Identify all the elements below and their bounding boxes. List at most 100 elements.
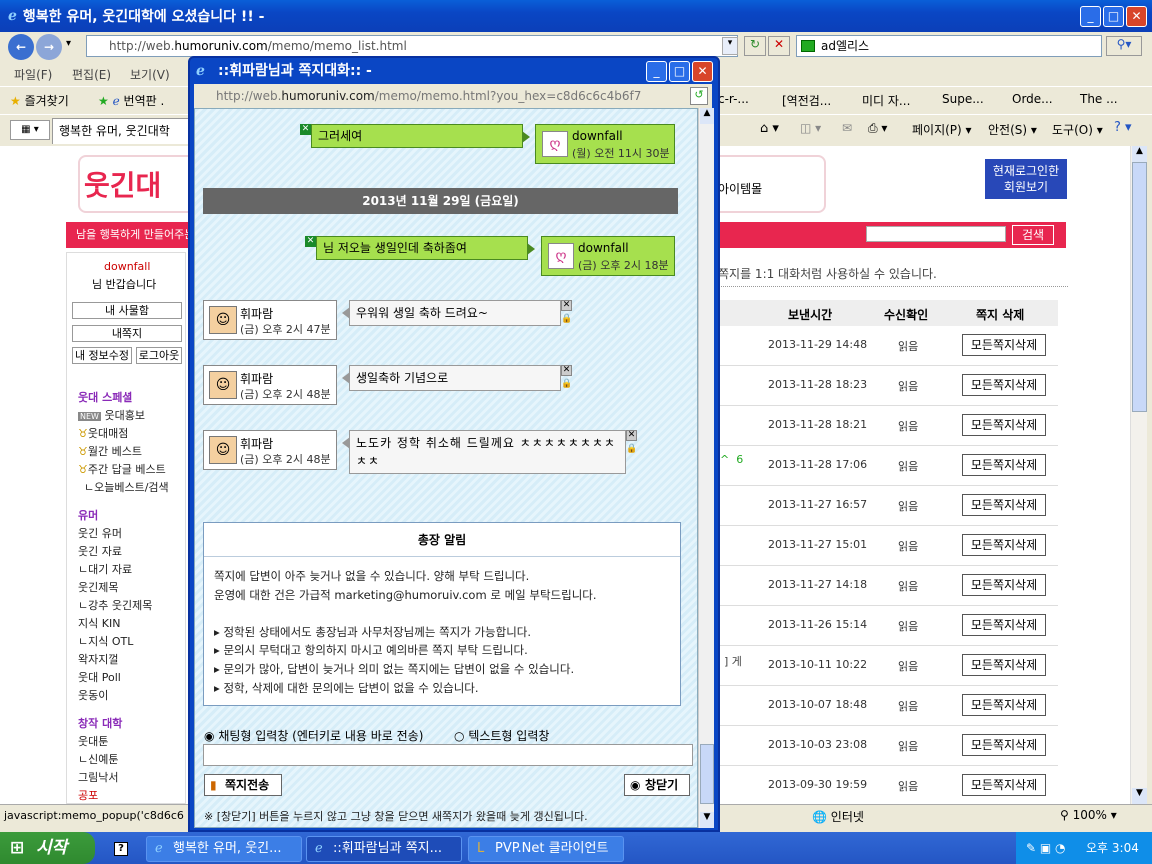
delete-all-button[interactable]: 모든쪽지삭제 xyxy=(962,414,1046,436)
fav-link[interactable]: The ... xyxy=(1080,92,1118,106)
help-icon[interactable]: ? ▾ xyxy=(1114,120,1132,135)
fav-link[interactable]: 미디 자... xyxy=(862,92,910,109)
delete-message-icon[interactable]: ✕ xyxy=(561,300,572,311)
zoom-level[interactable]: ⚲ 100% ▾ xyxy=(1060,808,1117,822)
fav-link[interactable]: [역전검... xyxy=(782,92,831,109)
popup-maximize-button[interactable]: □ xyxy=(669,61,690,82)
send-memo-button[interactable]: ▮ 쪽지전송 xyxy=(204,774,282,796)
popup-minimize-button[interactable]: _ xyxy=(646,61,667,82)
tray-icons[interactable]: ✎ ▣ ◔ xyxy=(1026,832,1066,864)
scroll-thumb[interactable] xyxy=(1132,162,1147,412)
sidebar-item[interactable]: ♉월간 베스트 xyxy=(78,443,142,459)
feeds-icon[interactable]: ◫ ▾ xyxy=(800,121,821,135)
search-input[interactable]: ad엘리스 xyxy=(796,35,1102,57)
taskbar-task-memo[interactable]: ℯ::휘파람님과 쪽지... xyxy=(306,836,462,862)
sidebar-item[interactable]: 그림낙서 xyxy=(78,769,118,785)
popup-titlebar[interactable]: ℯ ::휘파람님과 쪽지대화:: - xyxy=(190,58,718,84)
edit-profile-button[interactable]: 내 정보수정 xyxy=(72,347,132,364)
delete-all-button[interactable]: 모든쪽지삭제 xyxy=(962,654,1046,676)
popup-close-button[interactable]: ✕ xyxy=(692,61,713,82)
delete-message-icon[interactable]: ✕ xyxy=(300,124,311,135)
fav-link[interactable]: Supe... xyxy=(942,92,984,106)
address-dropdown-icon[interactable]: ▾ xyxy=(722,37,738,55)
refresh-icon[interactable]: ↻ xyxy=(744,36,766,56)
scroll-down-icon[interactable]: ▼ xyxy=(700,812,714,828)
sidebar-item[interactable]: 웃대툰 xyxy=(78,733,108,749)
home-icon[interactable]: ⌂ ▾ xyxy=(760,121,779,136)
delete-all-button[interactable]: 모든쪽지삭제 xyxy=(962,614,1046,636)
sidebar-item[interactable]: 공포 xyxy=(78,787,98,803)
fav-link[interactable]: c-r-... xyxy=(718,92,749,106)
popup-address-bar[interactable]: http://web.humoruniv.com/memo/memo.html?… xyxy=(194,84,712,108)
minimize-button[interactable]: _ xyxy=(1080,6,1101,27)
sidebar-item[interactable]: 웃긴 유머 xyxy=(78,525,122,541)
sidebar-item[interactable]: 웃긴제목 xyxy=(78,579,118,595)
taskbar-task-pvp[interactable]: L PVP.Net 클라이언트 xyxy=(468,836,624,862)
delete-message-icon[interactable]: ✕ xyxy=(561,365,572,376)
sidebar-item[interactable]: ♉웃대매점 xyxy=(78,425,128,441)
sidebar-item[interactable]: 웃대 Poll xyxy=(78,669,121,685)
main-window-titlebar[interactable]: ℯ 행복한 유머, 웃긴대학에 오셨습니다 !! - xyxy=(0,0,1152,32)
sidebar-subitem[interactable]: ㄴ대기 자료 xyxy=(78,561,132,577)
delete-all-button[interactable]: 모든쪽지삭제 xyxy=(962,374,1046,396)
page-icon[interactable]: ↺ xyxy=(690,87,708,105)
search-icon[interactable]: ⚲▾ xyxy=(1106,36,1142,56)
fav-translate-link[interactable]: ★ ℯ 번역판 . xyxy=(98,92,164,109)
delete-all-button[interactable]: 모든쪽지삭제 xyxy=(962,494,1046,516)
mail-icon[interactable]: ✉ xyxy=(842,121,852,135)
scroll-up-icon[interactable]: ▲ xyxy=(1132,146,1147,162)
sidebar-item[interactable]: 왁자지껄 xyxy=(78,651,118,667)
close-window-button[interactable]: ◉ 창닫기 xyxy=(624,774,690,796)
back-button[interactable]: ← xyxy=(8,34,34,60)
my-memo-button[interactable]: 내쪽지 xyxy=(72,325,182,342)
item-shop-link[interactable]: 아이템몰 xyxy=(718,180,762,197)
sidebar-item[interactable]: ♉주간 답글 베스트 xyxy=(78,461,166,477)
scroll-down-icon[interactable]: ▼ xyxy=(1132,788,1147,804)
scroll-up-icon[interactable]: ▲ xyxy=(700,108,714,124)
print-icon[interactable]: ⎙ ▾ xyxy=(868,121,887,136)
page-menu[interactable]: 페이지(P) ▾ xyxy=(912,121,972,138)
close-button[interactable]: ✕ xyxy=(1126,6,1147,27)
sidebar-item[interactable]: 지식 KIN xyxy=(78,615,120,631)
start-button[interactable]: ⊞ 시작 xyxy=(0,832,95,864)
site-search-input[interactable] xyxy=(866,226,1006,242)
sidebar-subitem[interactable]: ㄴ지식 OTL xyxy=(78,633,133,649)
sidebar-item[interactable]: NEW 웃대홍보 xyxy=(78,407,145,423)
sidebar-subitem[interactable]: ㄴ강추 웃긴제목 xyxy=(78,597,152,613)
site-logo[interactable]: 웃긴대 xyxy=(84,164,161,204)
radio-chat-input[interactable]: ◉ 채팅형 입력창 (엔터키로 내용 바로 전송) xyxy=(204,727,423,744)
delete-message-icon[interactable]: ✕ xyxy=(626,430,637,441)
forward-button[interactable]: → xyxy=(36,34,62,60)
delete-all-button[interactable]: 모든쪽지삭제 xyxy=(962,734,1046,756)
delete-all-button[interactable]: 모든쪽지삭제 xyxy=(962,694,1046,716)
my-locker-button[interactable]: 내 사물함 xyxy=(72,302,182,319)
lock-icon[interactable]: 🔒 xyxy=(561,379,572,390)
tools-menu[interactable]: 도구(O) ▾ xyxy=(1052,121,1103,138)
message-input[interactable] xyxy=(203,744,693,766)
logged-in-members-button[interactable]: 현재로그인한 회원보기 xyxy=(985,159,1067,199)
delete-all-button[interactable]: 모든쪽지삭제 xyxy=(962,774,1046,796)
delete-all-button[interactable]: 모든쪽지삭제 xyxy=(962,454,1046,476)
delete-all-button[interactable]: 모든쪽지삭제 xyxy=(962,534,1046,556)
page-scrollbar[interactable]: ▲ ▼ xyxy=(1130,146,1147,804)
scroll-thumb[interactable] xyxy=(700,744,714,804)
help-quicklaunch-icon[interactable]: ? xyxy=(114,842,128,856)
radio-text-input[interactable]: ○ 텍스트형 입력창 xyxy=(454,727,549,744)
stop-icon[interactable]: ✕ xyxy=(768,36,790,56)
sidebar-item[interactable]: 웃동이 xyxy=(78,687,108,703)
fav-link[interactable]: Orde... xyxy=(1012,92,1053,106)
delete-message-icon[interactable]: ✕ xyxy=(305,236,316,247)
history-dropdown-icon[interactable]: ▾ xyxy=(66,38,71,49)
sidebar-item[interactable]: 웃긴 자료 xyxy=(78,543,122,559)
lock-icon[interactable]: 🔒 xyxy=(561,314,572,325)
delete-all-button[interactable]: 모든쪽지삭제 xyxy=(962,334,1046,356)
lock-icon[interactable]: 🔒 xyxy=(626,444,637,455)
menu-edit[interactable]: 편집(E) xyxy=(72,66,111,83)
sidebar-subitem[interactable]: ㄴ신예툰 xyxy=(78,751,119,767)
popup-scrollbar[interactable]: ▲ ▼ xyxy=(698,108,714,828)
favorites-button[interactable]: ★ 즐겨찾기 xyxy=(10,92,69,109)
safety-menu[interactable]: 안전(S) ▾ xyxy=(988,121,1037,138)
logout-button[interactable]: 로그아웃 xyxy=(136,347,182,364)
maximize-button[interactable]: □ xyxy=(1103,6,1124,27)
address-bar[interactable]: http://web.humoruniv.com/memo/memo_list.… xyxy=(86,35,738,57)
